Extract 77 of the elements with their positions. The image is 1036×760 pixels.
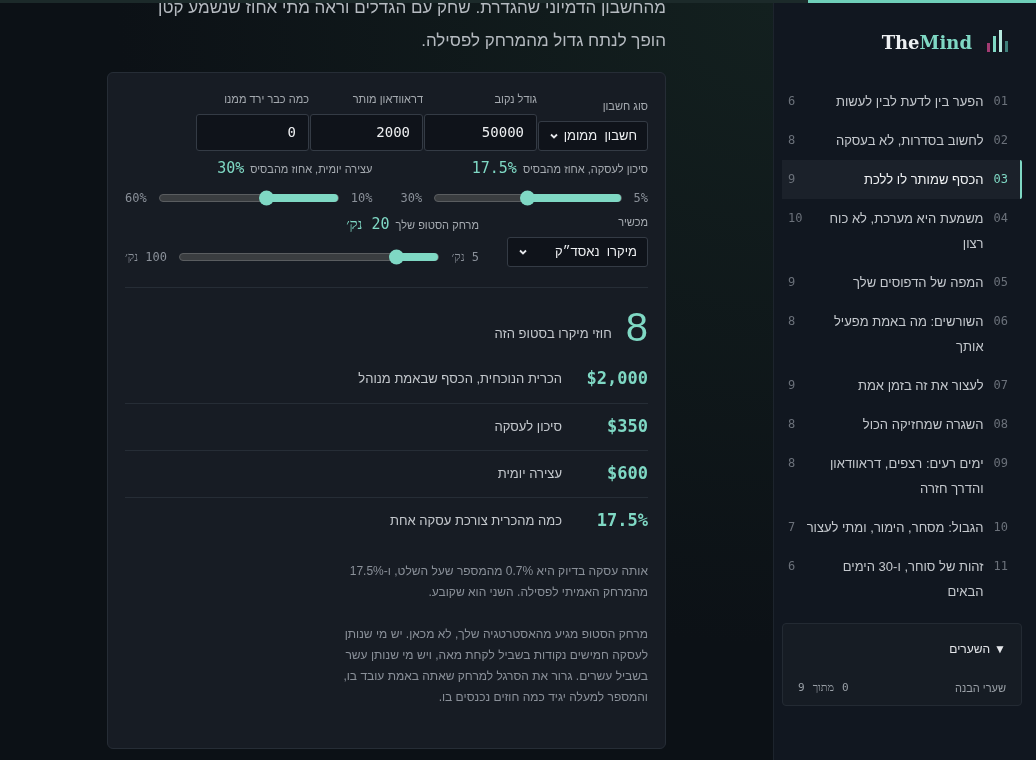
result-label: סיכון לעסקה — [494, 417, 562, 436]
slider-track[interactable] — [179, 252, 440, 261]
chapter-number: 09 — [993, 455, 1008, 472]
chapter-number: 06 — [993, 313, 1008, 330]
slider-label: מרחק הסטופ שלך — [395, 218, 479, 233]
result-label: כמה מהכרית צורכת עסקה אחת — [390, 511, 562, 530]
slider-thumb[interactable] — [519, 190, 535, 206]
result-value: $600 — [606, 461, 648, 485]
chapter-count: 6 — [788, 93, 796, 110]
slider-max: 100 נק׳ — [125, 248, 167, 266]
chapter-number: 10 — [993, 519, 1008, 536]
chapter-title: המפה של הדפוסים שלך — [852, 274, 984, 292]
bar-chart-logo-icon — [986, 30, 1010, 52]
contracts-number: 8 — [625, 303, 648, 351]
chapter-title: זהות של סוחר, ו-30 הימים הבאים — [841, 558, 984, 601]
contracts-label: חוזי מיקרו בסטופ הזה — [494, 324, 612, 343]
intro-text: מהחשבון הדמיוני שהגדרת. שחק עם הגדלים וראה מתי אחוז שנשמע קטן — [157, 0, 666, 19]
chapter-count: 9 — [788, 274, 796, 291]
chapter-title: משמעת היא מערכת, לא כוח רצון — [828, 210, 984, 253]
slider-max: 60% — [125, 190, 147, 207]
number-field[interactable]: 50000 — [424, 113, 537, 151]
slider-min: 5% — [633, 190, 648, 207]
chapter-number: 08 — [993, 416, 1008, 433]
chapter-title: הגבול: מסחר, הימור, ומתי לעצור — [805, 519, 984, 537]
chapter-count: 8 — [788, 455, 796, 472]
result-label: הכרית הנוכחית, הכסף שבאמת מנוהל — [358, 370, 562, 389]
account-type-select[interactable]: חשבון ממומן — [538, 120, 648, 151]
chapter-count: 8 — [788, 132, 796, 149]
field-label: סוג חשבון — [601, 99, 648, 114]
gate-label: שערי הבנה — [954, 681, 1006, 696]
result-label: עצירה יומית — [497, 464, 562, 483]
chapter-count: 9 — [788, 377, 796, 394]
result-value: $350 — [606, 414, 648, 438]
number-field[interactable]: 0 — [196, 113, 309, 151]
note-text: מרחק הסטופ מגיע מהאסטרטגיה שלך, לא מכאן. יש מי שנותן לעסקה חמישים נקודות בשביל לקחת מאה, ויש מי שנותן עשר בשביל עשרים. גרור את הסרגל למרחק שאתה באמת עובד בו, והמספר למעלה יגיד כמה חוזים נכנסים בו. — [342, 625, 648, 706]
number-field[interactable]: 2000 — [310, 113, 423, 151]
field-label: גודל נקוב — [493, 92, 537, 107]
note-text: אותה עסקה בדיוק היא 0.7% מהמספר שעל השלט, ו-17.5% מהמרחק האמיתי לפסילה. השני הוא שקובע. — [348, 562, 648, 601]
chapter-count: 6 — [788, 558, 796, 575]
chapter-number: 02 — [993, 132, 1008, 149]
slider-thumb[interactable] — [258, 190, 274, 206]
chapter-count: 8 — [788, 416, 796, 433]
result-value: 17.5% — [595, 508, 648, 532]
field-label: מכשיר — [617, 215, 648, 230]
result-value: $2,000 — [585, 367, 648, 391]
chapter-title: לעצור את זה בזמן אמת — [856, 377, 984, 395]
slider-reading: 30% — [217, 157, 245, 179]
slider-min: 10% — [350, 190, 373, 207]
chapter-title: הפער בין לדעת לבין לעשות — [834, 93, 984, 111]
slider-min: 5 נק׳ — [451, 248, 479, 266]
chapter-count: 10 — [788, 210, 803, 227]
slider-label: עצירה יומית, אחוז מהבסיס — [250, 161, 373, 177]
chapter-title: השורשים: מה באמת מפעיל אותך — [832, 313, 984, 356]
gates-toggle[interactable]: ▼ השערים — [798, 640, 1006, 658]
chapter-number: 01 — [993, 93, 1008, 110]
field-label: כמה כבר ירד ממנו — [223, 92, 309, 107]
chapter-number: 05 — [993, 274, 1008, 291]
chapter-title: ימים רעים: רצפים, דראוודאון והדרך חזרה — [829, 455, 984, 498]
slider-label: סיכון לעסקה, אחוז מהבסיס — [522, 161, 648, 177]
slider-max: 30% — [400, 190, 423, 207]
slider-thumb[interactable] — [389, 249, 405, 264]
chapter-count: 8 — [788, 313, 796, 330]
slider-reading: 20 נק׳ — [346, 214, 390, 235]
chapter-count: 7 — [788, 519, 796, 536]
chapter-title: הכסף שמותר לו ללכת — [862, 171, 984, 189]
logo-text: TheMind — [881, 34, 972, 52]
chapter-number: 04 — [993, 210, 1008, 227]
chapter-count: 9 — [788, 171, 796, 188]
chapter-number: 07 — [993, 377, 1008, 394]
instrument-select[interactable]: מיקרו נאסד״ק — [507, 236, 648, 267]
intro-text: הופך לנתח גדול מהמרחק לפסילה. — [420, 30, 666, 52]
chapter-title: לחשוב בסדרות, לא בעסקה — [834, 132, 984, 150]
chapter-number: 11 — [993, 558, 1008, 575]
chapter-number: 03 — [993, 171, 1008, 188]
chapter-title: השגרה שמחזיקה הכול — [861, 416, 984, 434]
slider-reading: 17.5% — [471, 157, 517, 179]
field-label: דראוודאון מותר — [351, 92, 423, 107]
